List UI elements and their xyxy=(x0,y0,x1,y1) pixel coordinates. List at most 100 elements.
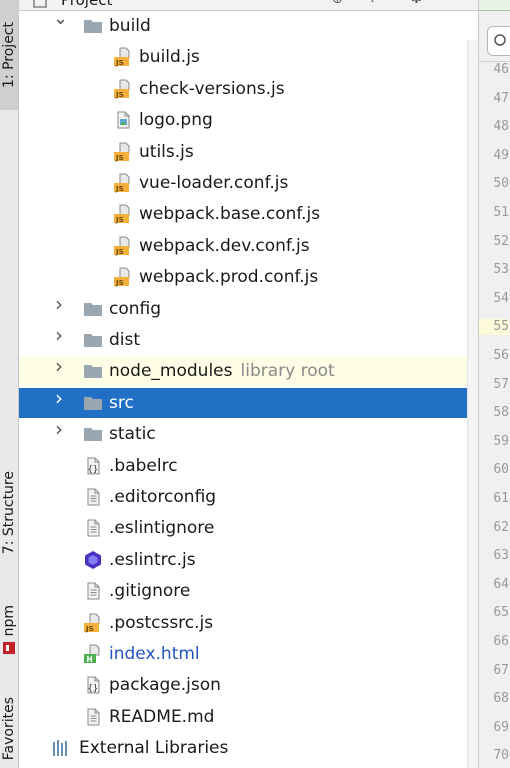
line-number: 51 xyxy=(493,205,509,220)
tree-row-editorconfig[interactable]: .editorconfig xyxy=(19,482,478,512)
tree-row-label: build xyxy=(109,16,151,36)
tree-row-package-json[interactable]: {} package.json xyxy=(19,670,478,700)
tree-row-webpack-dev-conf-js[interactable]: JS webpack.dev.conf.js xyxy=(19,231,478,261)
project-tree: ⌄ build JS build.js JS check-versions.js logo.… xyxy=(19,10,478,768)
library-root-hint: library root xyxy=(240,361,335,382)
svg-text:JS: JS xyxy=(115,185,124,193)
tree-row-label: External Libraries xyxy=(79,738,229,759)
line-number: 54 xyxy=(493,290,509,306)
project-title[interactable]: Project xyxy=(61,0,112,9)
tree-row-utils-js[interactable]: JS utils.js xyxy=(19,137,478,167)
tree-row-external-libraries[interactable]: External Libraries xyxy=(19,733,478,763)
tree-row-index-html[interactable]: Hindex.html xyxy=(19,639,478,669)
chevron-right-icon[interactable]: › xyxy=(55,419,67,439)
tree-row-logo-png[interactable]: logo.png xyxy=(19,105,478,135)
folder-icon xyxy=(83,16,103,36)
tree-row-label: dist xyxy=(109,330,141,350)
line-number: 57 xyxy=(493,376,509,392)
line-number: 60 xyxy=(493,462,509,478)
js-file-icon: JS xyxy=(113,204,133,224)
favorites-tool-tab[interactable]: Favorites xyxy=(0,690,18,768)
text-file-icon xyxy=(83,581,103,601)
npm-tool-tab[interactable]: npm xyxy=(0,592,18,668)
text-file-icon xyxy=(83,487,103,507)
chevron-right-icon[interactable]: › xyxy=(55,356,67,376)
editor-tab-strip[interactable] xyxy=(479,0,510,11)
tree-row-check-versions-js[interactable]: JS check-versions.js xyxy=(19,74,478,104)
svg-text:JS: JS xyxy=(115,279,124,287)
folder-icon xyxy=(83,424,103,444)
tree-row-vue-loader-conf-js[interactable]: JS vue-loader.conf.js xyxy=(19,168,478,198)
folder-icon xyxy=(83,330,103,350)
image-file-icon xyxy=(113,110,133,130)
line-number: 49 xyxy=(493,147,509,163)
line-number: 47 xyxy=(493,90,509,106)
target-icon[interactable]: ⊕ xyxy=(332,0,346,7)
tree-row-eslintignore[interactable]: .eslintignore xyxy=(19,513,478,543)
json-file-icon: {} xyxy=(83,456,103,476)
line-number: 67 xyxy=(493,662,509,678)
editor-search-field[interactable] xyxy=(487,26,510,56)
tree-row-label: .eslintignore xyxy=(109,518,215,539)
tree-row-label: .gitignore xyxy=(109,581,191,602)
chevron-right-icon[interactable]: › xyxy=(55,294,67,314)
js-file-icon: JS xyxy=(83,613,103,633)
tree-row-label: README.md xyxy=(109,706,215,727)
tree-row-eslintrc-js[interactable]: .eslintrc.js xyxy=(19,545,478,575)
chevron-down-icon[interactable]: ⌄ xyxy=(53,10,68,28)
collapse-all-icon[interactable]: ÷ xyxy=(367,0,381,7)
chevron-right-icon[interactable]: › xyxy=(55,325,67,345)
html-file-icon: H xyxy=(83,644,103,664)
tree-row-label: utils.js xyxy=(139,141,194,162)
chevron-right-icon[interactable]: › xyxy=(55,388,67,408)
tree-row-build-js[interactable]: JS build.js xyxy=(19,42,478,72)
tree-row-config[interactable]: › config xyxy=(19,294,478,324)
project-tab-label: 1: Project xyxy=(1,22,17,88)
project-view-icon xyxy=(33,0,47,8)
tree-row-label: build.js xyxy=(139,47,200,68)
tree-row-label: vue-loader.conf.js xyxy=(139,173,289,193)
line-number: 46 xyxy=(493,62,509,77)
line-number: 53 xyxy=(493,262,509,278)
line-number: 64 xyxy=(493,576,509,592)
svg-text:JS: JS xyxy=(115,248,124,256)
line-number: 68 xyxy=(493,691,509,707)
line-number: 66 xyxy=(493,634,509,649)
favorites-tab-label: Favorites xyxy=(1,697,17,761)
line-number: 63 xyxy=(493,548,509,564)
tree-row-label: webpack.prod.conf.js xyxy=(139,267,319,288)
external-libraries-icon xyxy=(51,738,71,758)
line-number: 50 xyxy=(493,176,509,192)
js-file-icon: JS xyxy=(113,267,133,287)
tree-row-gitignore[interactable]: .gitignore xyxy=(19,576,478,606)
json-file-icon: {} xyxy=(83,675,103,695)
svg-text:{}: {} xyxy=(88,684,99,694)
tree-row-node-modules[interactable]: › node_modules library root xyxy=(19,356,478,387)
tree-row-label: .babelrc xyxy=(109,455,178,476)
hide-panel-icon[interactable]: – xyxy=(439,0,453,7)
tree-row-src[interactable]: › src xyxy=(19,387,478,418)
svg-text:JS: JS xyxy=(115,154,124,162)
project-tool-tab[interactable]: 1: Project xyxy=(0,0,18,110)
tree-row-build[interactable]: ⌄ build xyxy=(19,10,478,41)
tree-row-label: webpack.base.conf.js xyxy=(139,204,321,225)
tree-row-static[interactable]: › static xyxy=(19,419,478,449)
tree-row-postcssrc-js[interactable]: JS .postcssrc.js xyxy=(19,608,478,638)
settings-gear-icon[interactable]: ✱ xyxy=(411,0,425,7)
tree-row-label: index.html xyxy=(109,644,200,664)
line-number: 65 xyxy=(493,605,509,621)
line-number: 55 xyxy=(479,319,509,336)
folder-icon xyxy=(83,393,103,413)
tree-row-label: check-versions.js xyxy=(139,78,285,99)
tool-window-strip: 1: Project 7: Structure npm Favorites xyxy=(0,0,19,768)
tree-row-babelrc[interactable]: {} .babelrc xyxy=(19,451,478,481)
tree-row-webpack-base-conf-js[interactable]: JS webpack.base.conf.js xyxy=(19,199,478,229)
svg-text:JS: JS xyxy=(115,91,124,99)
tree-row-webpack-prod-conf-js[interactable]: JS webpack.prod.conf.js xyxy=(19,262,478,292)
line-number: 59 xyxy=(493,433,509,449)
tree-row-readme-md[interactable]: README.md xyxy=(19,702,478,732)
structure-tool-tab[interactable]: 7: Structure xyxy=(0,448,18,578)
tree-row-label: .editorconfig xyxy=(109,487,217,507)
tree-row-dist[interactable]: › dist xyxy=(19,325,478,355)
tree-row-label: logo.png xyxy=(139,110,213,131)
